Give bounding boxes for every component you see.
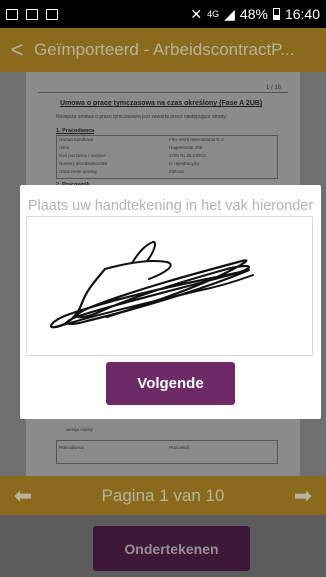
document-subheading: Niniejsza umowa o pracę tymczasową jest …: [56, 114, 228, 120]
document-page-number: 1 / 18: [266, 85, 282, 91]
network-type: 4G: [207, 8, 220, 19]
document-cell: nr rejestracyjny: [169, 161, 200, 166]
document-divider: [38, 92, 288, 93]
bottom-bar: Ondertekenen: [0, 515, 326, 577]
signature-dialog-title: Plaats uw handtekening in het vak hieron…: [27, 198, 314, 214]
sign-button[interactable]: Ondertekenen: [93, 526, 250, 571]
next-button[interactable]: Volgende: [106, 362, 235, 405]
document-cell: Flex Work International B.V.: [169, 137, 225, 142]
page-navigator: ⬅ Pagina 1 van 10 ➡: [0, 476, 326, 515]
app-bar: < Geïmporteerd - ArbeidscontractP...: [0, 28, 326, 72]
arrow-left-icon[interactable]: ⬅: [0, 483, 46, 509]
document-section-title: 1. Pracodawca: [56, 128, 95, 134]
document-heading: Umowa o pracę tymczasową na czas określo…: [60, 100, 263, 107]
document-cell: Pracownik: [169, 445, 190, 450]
file-icon: [26, 8, 38, 20]
app-title: Geïmporteerd - ArbeidscontractP...: [34, 40, 295, 59]
document-cell: Hagenstraat 208: [169, 145, 203, 150]
signature-dialog: Plaats uw handtekening in het vak hieron…: [20, 185, 321, 419]
status-bar: ✕ 4G ◢ 48% 16:40: [0, 0, 326, 28]
document-cell: Pracodawca: [59, 445, 84, 450]
mute-icon: ✕: [190, 5, 203, 22]
chevron-left-icon[interactable]: <: [0, 37, 34, 63]
signature-drawing: [49, 241, 254, 329]
document-cell: 3785 RL BLERICK: [169, 153, 207, 158]
arrow-right-icon[interactable]: ➡: [280, 483, 326, 509]
battery-percent: 48%: [239, 6, 268, 22]
page-indicator: Pagina 1 van 10: [101, 485, 225, 505]
document-cell: Kod pocztowy i miejsce: [59, 153, 106, 158]
document-cell: Ulica: [59, 145, 70, 150]
document-cell: Numery przedsiębiorstw: [59, 161, 108, 166]
signal-icon: ◢: [224, 5, 235, 22]
photo-icon: [46, 8, 58, 20]
document-signature-table: Pracodawca Pracownik: [56, 440, 278, 464]
screenshot-icon: [6, 8, 18, 20]
document-cell: Nazwa handlowa: [59, 137, 94, 142]
document-table: Nazwa handlowa Flex Work International B…: [56, 135, 278, 179]
document-footer-note: wersja mamy: [66, 427, 93, 432]
battery-icon: [272, 8, 280, 20]
document-cell: Utworzenie umowy: [59, 169, 98, 174]
clock: 16:40: [284, 6, 320, 22]
signature-pad[interactable]: [26, 216, 313, 356]
document-cell: Zielona: [169, 169, 184, 174]
